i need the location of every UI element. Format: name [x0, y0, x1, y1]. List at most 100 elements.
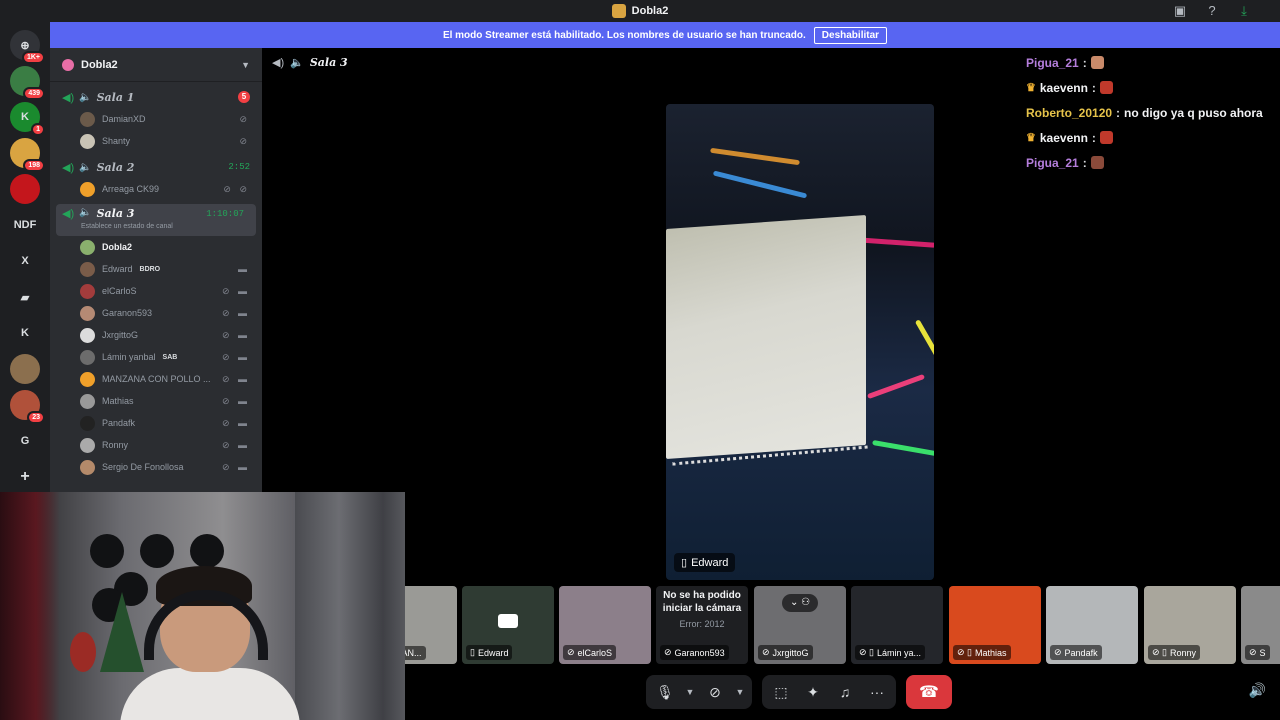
- server-1[interactable]: 439: [10, 66, 45, 100]
- participant-tile[interactable]: ⊘ elCarloS: [559, 586, 651, 664]
- phone-icon: ▯: [681, 557, 688, 569]
- server-glyph: +: [20, 468, 30, 485]
- voice-user[interactable]: Dobla2: [50, 236, 262, 258]
- voice-user[interactable]: Pandafk ⊘ ▬: [50, 412, 262, 434]
- participant-tile[interactable]: No se ha podido iniciar la cámara Error: …: [656, 586, 748, 664]
- avatar: [80, 283, 95, 299]
- screenshare-icon[interactable]: ⬚: [768, 679, 794, 705]
- voice-user[interactable]: Lámin yanbal SAB ⊘ ▬: [50, 346, 262, 368]
- participant-tile[interactable]: ⌄ ⚇ ⊘ JxrgittoG: [754, 586, 846, 664]
- microphone-icon[interactable]: 🎙: [652, 679, 678, 705]
- server-x[interactable]: X: [10, 246, 40, 276]
- mute-status-icons: ⊘ ▬: [221, 439, 250, 450]
- avatar: [80, 327, 95, 343]
- user-name: Arreaga CK99: [102, 184, 160, 194]
- participant-tile[interactable]: ⊘ ▯ Ronny: [1144, 586, 1236, 664]
- voice-user[interactable]: MANZANA CON POLLO ... ⊘ ▬: [50, 368, 262, 390]
- person-shirt: [120, 668, 300, 720]
- mute-status-icons: ⊘: [239, 135, 250, 146]
- voice-user[interactable]: elCarloS ⊘ ▬: [50, 280, 262, 302]
- server-k[interactable]: K: [10, 318, 40, 348]
- sketchbook: [666, 215, 866, 459]
- voice-channel-1[interactable]: ◀) 🔈 Sala 1 5: [50, 86, 262, 108]
- inbox-icon[interactable]: ▣: [1172, 3, 1188, 19]
- user-name: Lámin yanbal: [102, 352, 156, 362]
- hangup-button[interactable]: ☎: [906, 675, 952, 709]
- tile-label: ⊘ Garanon593: [660, 645, 729, 660]
- tile-status-icon: ⊘ ▯: [859, 647, 874, 657]
- user-name: JxrgittoG: [102, 330, 139, 340]
- participant-tile[interactable]: ⊘ Pandafk: [1046, 586, 1138, 664]
- download-icon[interactable]: ⤓: [1236, 3, 1252, 19]
- unread-badge: 5: [238, 91, 250, 103]
- server-3[interactable]: 198: [10, 138, 45, 172]
- avatar: [80, 437, 95, 453]
- user-tag: SAB: [162, 353, 178, 361]
- phone-hangup-icon: ☎: [919, 684, 939, 701]
- main-video-stream[interactable]: ▯ Edward: [666, 104, 934, 580]
- server-folder[interactable]: ▰: [10, 282, 40, 312]
- participant-tile[interactable]: MANZAN...: [405, 586, 457, 664]
- server-name: Dobla2: [81, 58, 118, 71]
- streamer-person: [120, 566, 300, 720]
- discord-home[interactable]: ⊕ 1K+: [10, 30, 45, 64]
- chat-colon: :: [1082, 55, 1087, 70]
- video-user-name: Edward: [691, 556, 729, 569]
- server-6[interactable]: 23: [10, 390, 45, 424]
- chat-message: Pigua_21:: [1026, 150, 1280, 175]
- streamer-webcam: [0, 492, 405, 720]
- tile-label: ⊘ elCarloS: [563, 645, 617, 660]
- add-server[interactable]: +: [10, 462, 40, 492]
- server-ndf[interactable]: NDF: [10, 210, 40, 240]
- help-icon[interactable]: ?: [1204, 3, 1220, 19]
- soundboard-icon[interactable]: ♫: [832, 679, 858, 705]
- voice-user[interactable]: Mathias ⊘ ▬: [50, 390, 262, 412]
- emote-icon: [1090, 156, 1104, 169]
- title-bar: Dobla2 ▣ ? ⤓: [0, 0, 1280, 22]
- participant-tile[interactable]: ⊘ ▯ Mathias: [949, 586, 1041, 664]
- chevron-down-icon[interactable]: ▼: [684, 679, 696, 705]
- chevron-down-icon[interactable]: ▼: [241, 60, 250, 70]
- tile-status-icon: ⊘: [1249, 647, 1257, 657]
- participant-tile[interactable]: ⊘ ▯ Lámin ya...: [851, 586, 943, 664]
- server-5[interactable]: [10, 354, 40, 384]
- user-name: elCarloS: [102, 286, 137, 296]
- tile-status-icon: ⊘: [567, 647, 575, 657]
- server-2[interactable]: K1: [10, 102, 45, 136]
- voice-user[interactable]: Shanty ⊘: [50, 130, 262, 152]
- voice-channel-3[interactable]: ◀) 🔈 Sala 3 1:10:07 Establece un estado de c…: [56, 204, 256, 236]
- tile-user-name: Mathias: [975, 647, 1007, 658]
- voice-channel-2[interactable]: ◀) 🔈 Sala 2 2:52: [50, 156, 262, 178]
- mic-camera-group: 🎙 ▼ ⊘ ▼: [646, 675, 752, 709]
- server-icon: [611, 4, 626, 18]
- camera-off-icon[interactable]: ⊘: [702, 679, 728, 705]
- channel-status[interactable]: Establece un estado de canal: [81, 223, 173, 230]
- group-icon[interactable]: ⌄ ⚇: [782, 594, 818, 612]
- tile-user-name: Garanon593: [674, 647, 725, 658]
- voice-user[interactable]: Ronny ⊘ ▬: [50, 434, 262, 456]
- more-icon[interactable]: ···: [864, 679, 890, 705]
- camera-icon: [498, 614, 518, 628]
- voice-user[interactable]: Arreaga CK99 ⊘ ⊘: [50, 178, 262, 200]
- speaker-icon: 🔈: [79, 207, 92, 218]
- voice-user[interactable]: Edward BDRO ▬: [50, 258, 262, 280]
- voice-user[interactable]: JxrgittoG ⊘ ▬: [50, 324, 262, 346]
- streamer-mode-banner: El modo Streamer está habilitado. Los no…: [50, 22, 1280, 48]
- voice-user[interactable]: Sergio De Fonollosa ⊘ ▬: [50, 456, 262, 478]
- crown-icon: ♛: [1026, 82, 1036, 94]
- mute-status-icons: ⊘ ▬: [221, 395, 250, 406]
- participant-tile[interactable]: ⊘ S: [1241, 586, 1280, 664]
- server-4[interactable]: [10, 174, 40, 204]
- activities-icon[interactable]: ✦: [800, 679, 826, 705]
- tile-user-name: Ronny: [1170, 647, 1197, 658]
- disable-streamer-button[interactable]: Deshabilitar: [813, 26, 888, 44]
- participant-tile[interactable]: ▯ Edward: [462, 586, 554, 664]
- server-g[interactable]: G: [10, 426, 40, 456]
- voice-user[interactable]: DamianXD ⊘: [50, 108, 262, 130]
- voice-user[interactable]: Garanon593 ⊘ ▬: [50, 302, 262, 324]
- chevron-down-icon[interactable]: ▼: [734, 679, 746, 705]
- server-header[interactable]: Dobla2 ▼: [50, 48, 262, 82]
- server-icon: [62, 58, 74, 71]
- tile-label: ⊘ S: [1245, 645, 1270, 660]
- volume-icon[interactable]: 🔊: [1249, 682, 1266, 699]
